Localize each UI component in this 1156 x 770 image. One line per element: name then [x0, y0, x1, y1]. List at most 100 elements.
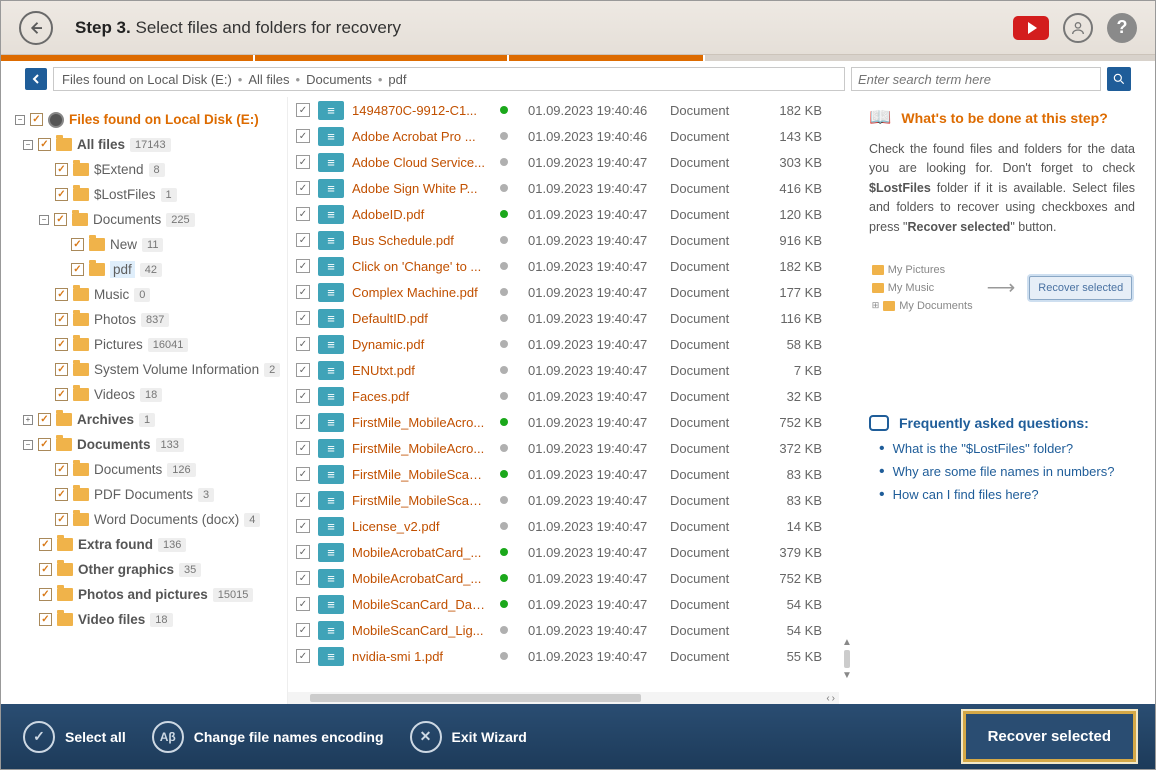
tree-checkbox[interactable]: [55, 188, 68, 201]
file-row[interactable]: Click on 'Change' to ...01.09.2023 19:40…: [288, 253, 855, 279]
back-button[interactable]: [19, 11, 53, 45]
file-row[interactable]: ENUtxt.pdf01.09.2023 19:40:47Document7 K…: [288, 357, 855, 383]
file-row[interactable]: Dynamic.pdf01.09.2023 19:40:47Document58…: [288, 331, 855, 357]
file-row[interactable]: FirstMile_MobileAcro...01.09.2023 19:40:…: [288, 409, 855, 435]
tree-toggle[interactable]: −: [23, 440, 33, 450]
tree-node[interactable]: −Documents225: [15, 207, 281, 232]
faq-link[interactable]: Why are some file names in numbers?: [879, 464, 1135, 480]
tree-node[interactable]: pdf42: [15, 257, 281, 282]
tree-node[interactable]: System Volume Information2: [15, 357, 281, 382]
tree-checkbox[interactable]: [39, 613, 52, 626]
tree-checkbox[interactable]: [55, 338, 68, 351]
breadcrumb-part[interactable]: Files found on Local Disk (E:): [62, 72, 232, 87]
file-row[interactable]: License_v2.pdf01.09.2023 19:40:47Documen…: [288, 513, 855, 539]
file-checkbox[interactable]: [296, 181, 310, 195]
tree-checkbox[interactable]: [39, 538, 52, 551]
tree-checkbox[interactable]: [39, 563, 52, 576]
breadcrumb-part[interactable]: Documents: [306, 72, 372, 87]
file-checkbox[interactable]: [296, 441, 310, 455]
file-checkbox[interactable]: [296, 285, 310, 299]
file-row[interactable]: AdobeID.pdf01.09.2023 19:40:47Document12…: [288, 201, 855, 227]
tree-node[interactable]: Photos837: [15, 307, 281, 332]
faq-link[interactable]: What is the "$LostFiles" folder?: [879, 441, 1135, 457]
breadcrumb-part[interactable]: All files: [248, 72, 289, 87]
tree-checkbox[interactable]: [55, 163, 68, 176]
help-icon[interactable]: ?: [1107, 13, 1137, 43]
horizontal-scrollbar[interactable]: ‹›: [288, 692, 839, 704]
tree-node[interactable]: −All files17143: [15, 132, 281, 157]
tree-node[interactable]: Extra found136: [15, 532, 281, 557]
file-row[interactable]: MobileScanCard_Dar...01.09.2023 19:40:47…: [288, 591, 855, 617]
folder-tree[interactable]: −Files found on Local Disk (E:)−All file…: [1, 97, 287, 704]
file-checkbox[interactable]: [296, 415, 310, 429]
file-checkbox[interactable]: [296, 467, 310, 481]
file-row[interactable]: DefaultID.pdf01.09.2023 19:40:47Document…: [288, 305, 855, 331]
tree-node[interactable]: Photos and pictures15015: [15, 582, 281, 607]
file-row[interactable]: FirstMile_MobileScan...01.09.2023 19:40:…: [288, 487, 855, 513]
tree-checkbox[interactable]: [38, 138, 51, 151]
tree-node[interactable]: Documents126: [15, 457, 281, 482]
file-checkbox[interactable]: [296, 103, 310, 117]
tree-node[interactable]: Word Documents (docx)4: [15, 507, 281, 532]
search-button[interactable]: [1107, 67, 1131, 91]
tree-toggle[interactable]: +: [23, 415, 33, 425]
file-checkbox[interactable]: [296, 155, 310, 169]
file-checkbox[interactable]: [296, 389, 310, 403]
file-checkbox[interactable]: [296, 597, 310, 611]
file-checkbox[interactable]: [296, 493, 310, 507]
tree-checkbox[interactable]: [55, 488, 68, 501]
file-row[interactable]: MobileAcrobatCard_...01.09.2023 19:40:47…: [288, 565, 855, 591]
file-row[interactable]: Adobe Acrobat Pro ...01.09.2023 19:40:46…: [288, 123, 855, 149]
tree-node[interactable]: Video files18: [15, 607, 281, 632]
tree-toggle[interactable]: −: [39, 215, 49, 225]
file-row[interactable]: Faces.pdf01.09.2023 19:40:47Document32 K…: [288, 383, 855, 409]
file-checkbox[interactable]: [296, 545, 310, 559]
tree-checkbox[interactable]: [55, 513, 68, 526]
user-icon[interactable]: [1063, 13, 1093, 43]
tree-checkbox[interactable]: [71, 238, 84, 251]
file-row[interactable]: Complex Machine.pdf01.09.2023 19:40:47Do…: [288, 279, 855, 305]
file-row[interactable]: MobileScanCard_Lig...01.09.2023 19:40:47…: [288, 617, 855, 643]
tree-node[interactable]: $LostFiles1: [15, 182, 281, 207]
file-row[interactable]: 1494870C-9912-C1...01.09.2023 19:40:46Do…: [288, 97, 855, 123]
breadcrumb-back-button[interactable]: [25, 68, 47, 90]
encoding-button[interactable]: Aβ Change file names encoding: [152, 721, 384, 753]
tree-toggle[interactable]: −: [23, 140, 33, 150]
tree-checkbox[interactable]: [55, 388, 68, 401]
tree-checkbox[interactable]: [55, 463, 68, 476]
tree-checkbox[interactable]: [39, 588, 52, 601]
tree-checkbox[interactable]: [55, 313, 68, 326]
file-row[interactable]: Adobe Cloud Service...01.09.2023 19:40:4…: [288, 149, 855, 175]
search-input[interactable]: [851, 67, 1101, 91]
youtube-icon[interactable]: [1013, 16, 1049, 40]
tree-node[interactable]: Videos18: [15, 382, 281, 407]
select-all-button[interactable]: ✓ Select all: [23, 721, 126, 753]
file-checkbox[interactable]: [296, 363, 310, 377]
tree-node[interactable]: Pictures16041: [15, 332, 281, 357]
tree-node[interactable]: Music0: [15, 282, 281, 307]
file-checkbox[interactable]: [296, 129, 310, 143]
file-row[interactable]: MobileAcrobatCard_...01.09.2023 19:40:47…: [288, 539, 855, 565]
tree-checkbox[interactable]: [54, 213, 67, 226]
breadcrumb-part[interactable]: pdf: [388, 72, 406, 87]
tree-node[interactable]: PDF Documents3: [15, 482, 281, 507]
tree-checkbox[interactable]: [71, 263, 84, 276]
tree-node[interactable]: +Archives1: [15, 407, 281, 432]
tree-checkbox[interactable]: [38, 413, 51, 426]
exit-wizard-button[interactable]: ✕ Exit Wizard: [410, 721, 527, 753]
breadcrumb[interactable]: Files found on Local Disk (E:)•All files…: [53, 67, 845, 91]
tree-checkbox[interactable]: [30, 113, 43, 126]
tree-node[interactable]: New11: [15, 232, 281, 257]
tree-checkbox[interactable]: [38, 438, 51, 451]
file-checkbox[interactable]: [296, 337, 310, 351]
file-checkbox[interactable]: [296, 519, 310, 533]
tree-toggle[interactable]: −: [15, 115, 25, 125]
file-checkbox[interactable]: [296, 233, 310, 247]
file-row[interactable]: FirstMile_MobileAcro...01.09.2023 19:40:…: [288, 435, 855, 461]
tree-node[interactable]: $Extend8: [15, 157, 281, 182]
file-checkbox[interactable]: [296, 207, 310, 221]
tree-node[interactable]: −Files found on Local Disk (E:): [15, 107, 281, 132]
file-checkbox[interactable]: [296, 649, 310, 663]
tree-checkbox[interactable]: [55, 288, 68, 301]
file-row[interactable]: nvidia-smi 1.pdf01.09.2023 19:40:47Docum…: [288, 643, 855, 669]
